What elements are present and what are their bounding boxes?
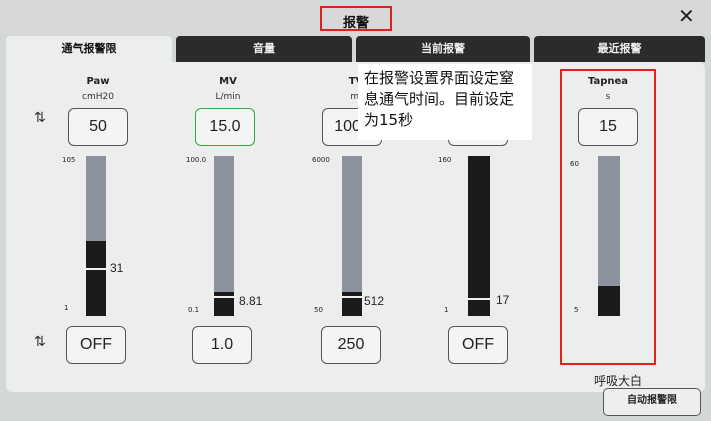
tab-current-alarms[interactable]: 当前报警 <box>356 36 530 62</box>
paw-lower-limit-button[interactable]: OFF <box>66 326 126 364</box>
annotation-callout: 在报警设置界面设定窒息通气时间。目前设定为15秒 <box>358 64 532 140</box>
scale-bottom: 50 <box>314 306 323 314</box>
scale-top: 6000 <box>312 156 330 164</box>
paw-current-value: 31 <box>110 261 124 275</box>
upper-limit-icon: ⇅ <box>34 110 46 126</box>
scale-top: 160 <box>438 156 452 164</box>
title-bar: 报警 ✕ <box>0 0 711 36</box>
param-mv: MV L/min 15.0 100.0 0.1 8.81 1.0 <box>168 70 288 390</box>
scale-top: 105 <box>62 156 76 164</box>
paw-bar <box>84 156 108 316</box>
tv-current-marker <box>340 296 364 298</box>
mv-current-value: 8.81 <box>239 294 263 308</box>
scale-bottom: 1 <box>444 306 449 314</box>
tv-lower-limit-button[interactable]: 250 <box>321 326 381 364</box>
mv-bar <box>212 156 236 316</box>
tv-bar <box>340 156 364 316</box>
tapnea-highlight <box>560 69 656 365</box>
rate-current-marker <box>466 298 492 300</box>
rate-lower-limit-button[interactable]: OFF <box>448 326 508 364</box>
title-highlight: 报警 <box>320 6 392 31</box>
paw-upper-limit-button[interactable]: 50 <box>68 108 128 146</box>
tab-bar: 通气报警限 音量 当前报警 最近报警 <box>0 36 711 66</box>
param-name: MV <box>219 76 237 87</box>
scale-top: 100.0 <box>186 156 207 164</box>
watermark: 呼吸大白 <box>594 374 643 388</box>
rate-current-value: 17 <box>496 293 510 307</box>
param-name: Paw <box>86 76 110 87</box>
mv-current-marker <box>212 296 236 298</box>
param-paw: Paw cmH20 50 105 1 31 OFF <box>38 70 158 390</box>
lower-limit-icon: ⇅ <box>34 334 46 350</box>
scale-bottom: 1 <box>64 304 69 312</box>
mv-lower-limit-button[interactable]: 1.0 <box>192 326 252 364</box>
tab-recent-alarms[interactable]: 最近报警 <box>534 36 705 62</box>
rate-bar <box>466 156 492 316</box>
param-unit: L/min <box>215 92 241 102</box>
mv-upper-limit-button[interactable]: 15.0 <box>195 108 255 146</box>
auto-limits-button[interactable]: 自动报警限 <box>603 388 701 416</box>
tv-current-value: 512 <box>364 294 385 308</box>
alarm-window: 报警 ✕ 通气报警限 音量 当前报警 最近报警 Paw cmH20 50 105… <box>0 0 711 421</box>
tab-volume[interactable]: 音量 <box>176 36 352 62</box>
paw-bar-fill <box>86 240 106 316</box>
scale-bottom: 0.1 <box>188 306 200 314</box>
window-title: 报警 <box>342 16 369 31</box>
param-unit: cmH20 <box>82 92 114 102</box>
paw-current-marker <box>84 268 108 270</box>
close-icon[interactable]: ✕ <box>678 4 695 28</box>
